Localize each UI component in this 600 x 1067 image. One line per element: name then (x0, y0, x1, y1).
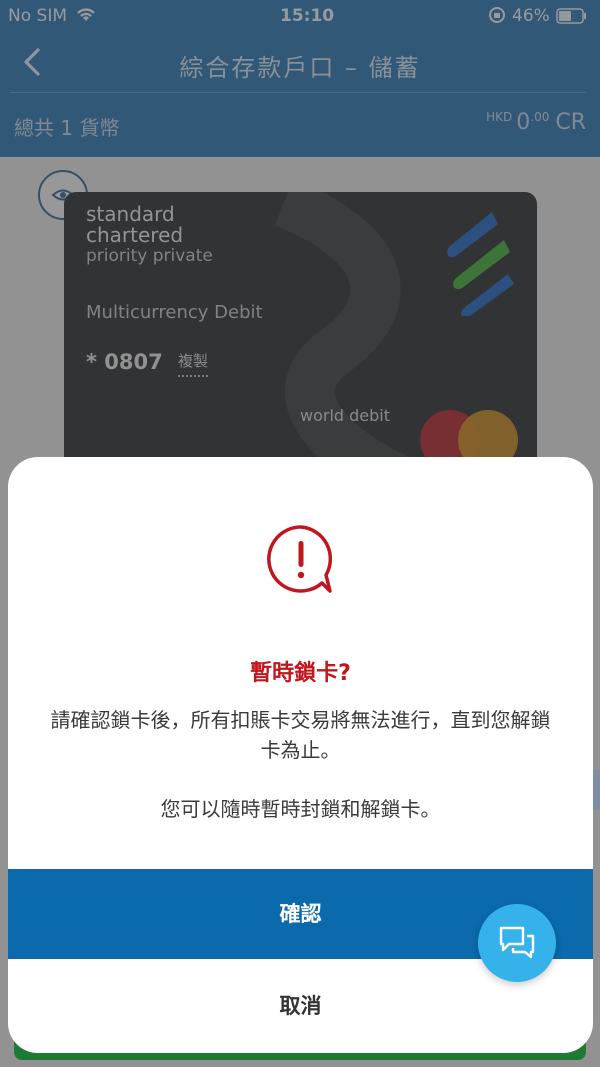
chat-button[interactable] (478, 904, 556, 982)
dialog-note: 您可以隨時暫時封鎖和解鎖卡。 (160, 797, 441, 821)
warning-bubble-icon (267, 525, 333, 593)
dialog-title: 暫時鎖卡? (250, 661, 351, 686)
chat-icon (499, 926, 535, 959)
dialog-message: 請確認鎖卡後，所有扣賬卡交易將無法進行，直到您解鎖卡為止。 (50, 708, 551, 762)
